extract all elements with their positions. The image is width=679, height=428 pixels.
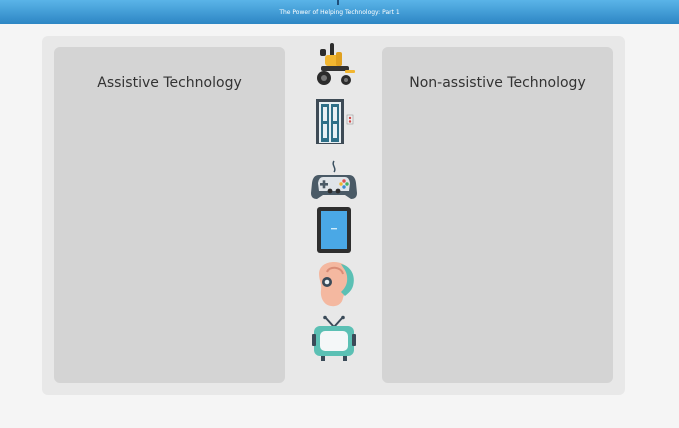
draggable-item-game-controller[interactable] [311,155,357,203]
draggable-item-wheelchair[interactable] [311,40,357,88]
draggable-item-elevator[interactable] [311,97,357,145]
cut-off-title-glyph [337,0,339,5]
hearing-aid-icon [319,262,354,307]
television-icon [312,315,356,361]
tablet-icon [317,207,351,253]
non-assistive-technology-dropzone[interactable]: Non-assistive Technology [382,47,613,383]
game-controller-icon [311,160,357,199]
non-assistive-technology-heading: Non-assistive Technology [409,75,586,91]
elevator-icon [316,99,354,144]
draggable-item-television[interactable] [311,315,357,363]
activity-title: The Power of Helping Technology: Part 1 [279,9,400,16]
draggable-item-hearing-aid[interactable] [311,260,357,308]
assistive-technology-dropzone[interactable]: Assistive Technology [54,47,285,383]
draggable-item-tablet[interactable] [311,206,357,254]
sorting-panel: Assistive Technology Non-assistive Techn… [42,36,625,395]
top-header-bar: The Power of Helping Technology: Part 1 [0,0,679,24]
wheelchair-icon [317,43,355,85]
assistive-technology-heading: Assistive Technology [97,75,242,91]
